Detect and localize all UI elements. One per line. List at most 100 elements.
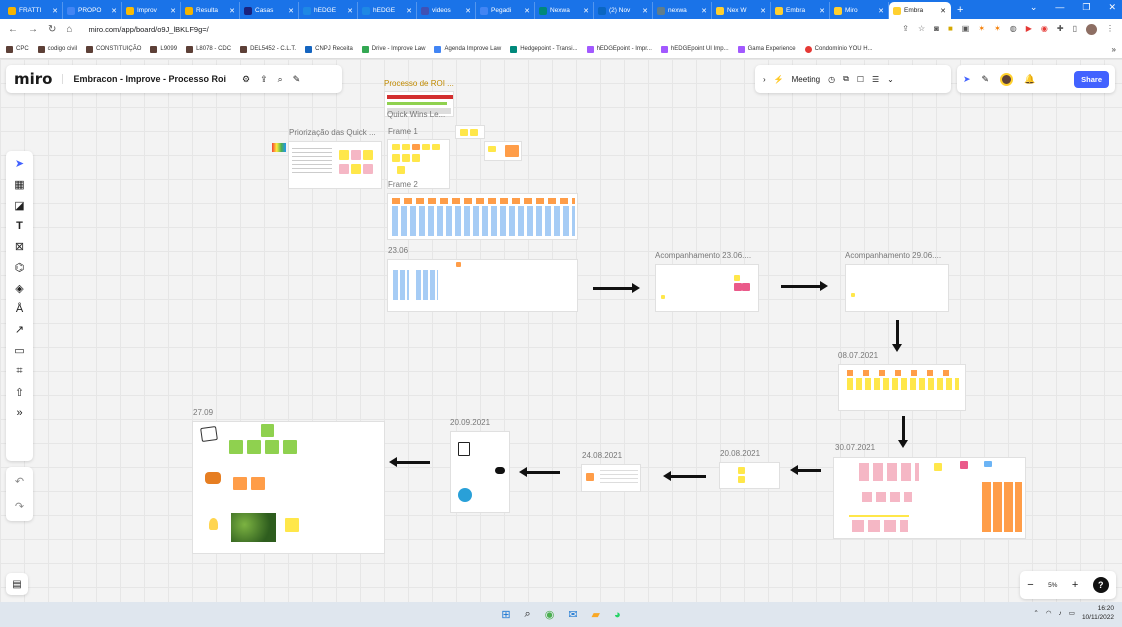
sticky-note[interactable] [392, 154, 400, 162]
zoom-level[interactable]: 5% [1048, 582, 1057, 589]
close-icon[interactable]: ✕ [940, 7, 946, 15]
clock[interactable]: 16:20 10/11/2022 [1082, 604, 1114, 622]
sticky-note[interactable] [247, 440, 261, 454]
forward-icon[interactable]: → [28, 24, 38, 35]
close-icon[interactable]: ✕ [465, 7, 471, 15]
tab[interactable]: Embra ✕ [771, 2, 830, 19]
bookmark-item[interactable]: Hedgepoint - Transi... [510, 45, 578, 53]
meeting-label[interactable]: Meeting [792, 75, 820, 84]
frame-title[interactable]: 30.07.2021 [835, 443, 875, 452]
tab[interactable]: (2) Nov ✕ [594, 2, 653, 19]
close-icon[interactable]: ✕ [878, 7, 884, 15]
wifi-icon[interactable]: ◠ [1046, 609, 1052, 617]
sticky-note[interactable] [586, 473, 594, 481]
frame-mini[interactable] [455, 125, 485, 139]
bookmark-item[interactable]: hEDGEpoint UI Imp... [660, 45, 729, 53]
sticky-note[interactable] [460, 129, 468, 136]
frame-title[interactable]: 20.09.2021 [450, 418, 490, 427]
flow-arrow[interactable] [389, 457, 430, 467]
upload-icon[interactable]: ⇪ [260, 74, 268, 85]
sticky-note[interactable] [432, 144, 440, 150]
sticky-note[interactable] [738, 476, 745, 483]
notes-icon[interactable]: ☰ [872, 75, 879, 84]
tab[interactable]: Improv ✕ [122, 2, 181, 19]
text-icon[interactable]: T [16, 220, 23, 232]
sticky-note[interactable] [283, 440, 297, 454]
frame-acomp-2306[interactable] [655, 264, 759, 312]
sticky-note[interactable] [960, 461, 968, 469]
sticky-note[interactable] [351, 150, 361, 160]
close-window-button[interactable]: ✕ [1108, 2, 1116, 13]
frame-title[interactable]: Quick Wins Le... [387, 110, 445, 119]
redo-icon[interactable]: ↷ [15, 500, 24, 513]
extension-icon[interactable]: ◍ [1010, 24, 1017, 35]
comment-icon[interactable]: ▭ [14, 344, 24, 357]
line-icon[interactable]: ↗ [15, 323, 24, 336]
tab[interactable]: Miro ✕ [830, 2, 889, 19]
comment-icon[interactable]: ☐ [857, 75, 864, 84]
close-icon[interactable]: ✕ [52, 7, 58, 15]
bookmark-item[interactable]: Agenda Improve Law [434, 45, 501, 53]
bookmark-item[interactable]: Condomínio YOU H... [804, 45, 873, 53]
close-icon[interactable]: ✕ [229, 7, 235, 15]
url-field[interactable]: miro.com/app/board/o9J_lBKLF9g=/ [88, 25, 208, 34]
close-icon[interactable]: ✕ [406, 7, 412, 15]
miro-extension-icon[interactable]: ■ [948, 24, 953, 35]
sticky-note[interactable] [363, 150, 373, 160]
sticky-note[interactable] [261, 424, 274, 437]
bell-icon[interactable]: 🔔 [1024, 74, 1035, 85]
select-icon[interactable]: ➤ [15, 157, 24, 170]
frame-title[interactable]: 27.09 [193, 408, 213, 417]
sticky-note[interactable] [265, 440, 279, 454]
sticky-note[interactable] [734, 283, 742, 291]
upload-icon[interactable]: ⇧ [15, 386, 24, 399]
flow-arrow[interactable] [790, 465, 821, 475]
sticky-note[interactable] [851, 293, 855, 297]
more-icon[interactable]: ⌄ [887, 75, 894, 84]
profile-avatar[interactable] [1086, 24, 1097, 35]
sticky-note[interactable] [392, 144, 400, 150]
frame-icon[interactable]: ⌗ [16, 365, 22, 378]
bookmark-item[interactable]: L8078 - CDC [186, 45, 231, 53]
tab[interactable]: Casas ✕ [240, 2, 299, 19]
bookmark-item[interactable]: hEDGEpoint - Impr... [586, 45, 652, 53]
reload-icon[interactable]: ↻ [48, 24, 56, 35]
share-page-icon[interactable]: ⇪ [902, 24, 909, 35]
close-icon[interactable]: ✕ [288, 7, 294, 15]
frame-title[interactable]: Priorização das Quick ... [289, 128, 376, 137]
sticky-note[interactable] [229, 440, 243, 454]
sticky-note[interactable] [984, 461, 992, 467]
sticky-note[interactable] [285, 518, 299, 532]
frame-mini[interactable] [484, 141, 522, 161]
tab[interactable]: nexwa ✕ [653, 2, 712, 19]
camera-icon[interactable]: ◙ [934, 24, 939, 35]
tab[interactable]: hEDGE ✕ [358, 2, 417, 19]
bookmark-item[interactable]: CNPJ Receita [305, 45, 353, 53]
tab[interactable]: Nexwa ✕ [535, 2, 594, 19]
extension-icon[interactable]: ▣ [962, 24, 970, 35]
frame-2306[interactable] [387, 259, 578, 312]
sticky-note[interactable] [339, 150, 349, 160]
search-icon[interactable]: ⌕ [525, 608, 531, 621]
chevron-right-icon[interactable]: › [763, 75, 766, 84]
zoom-in-button[interactable]: + [1072, 579, 1078, 591]
undo-icon[interactable]: ↶ [15, 475, 24, 488]
frame-title[interactable]: Frame 2 [388, 180, 418, 189]
close-icon[interactable]: ✕ [111, 7, 117, 15]
sticky-note[interactable] [470, 129, 478, 136]
sticky-note[interactable] [738, 467, 745, 474]
tab[interactable]: Pegadi ✕ [476, 2, 535, 19]
maximize-button[interactable]: ❐ [1082, 2, 1090, 13]
tab[interactable]: FRATTI ✕ [4, 2, 63, 19]
close-icon[interactable]: ✕ [760, 7, 766, 15]
frame-title[interactable]: 20.08.2021 [720, 449, 760, 458]
file-explorer-icon[interactable]: ▰ [592, 608, 600, 621]
sticky-note[interactable] [363, 164, 373, 174]
volume-icon[interactable]: ♪ [1059, 610, 1062, 617]
chevron-up-icon[interactable]: ⌃ [1033, 609, 1038, 617]
sticky-note[interactable] [934, 463, 942, 471]
bookmark-item[interactable]: L9099 [150, 45, 177, 53]
pen-icon[interactable]: Å [16, 303, 23, 315]
frame-title[interactable]: 24.08.2021 [582, 451, 622, 460]
connection-icon[interactable]: ⌬ [15, 261, 25, 274]
